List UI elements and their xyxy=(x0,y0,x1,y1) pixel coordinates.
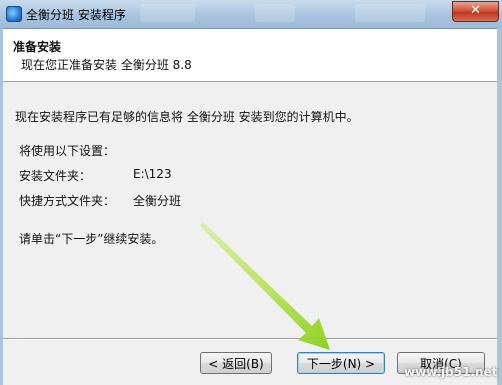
wizard-header: 准备安装 现在您正准备安装 全衡分班 8.8 xyxy=(3,29,497,82)
title-bar-haze xyxy=(255,4,295,22)
settings-label: 将使用以下设置： xyxy=(19,144,116,158)
page-title: 准备安装 xyxy=(13,40,62,54)
window-title: 全衡分班 安装程序 xyxy=(26,8,126,22)
wizard-body: 现在安装程序已有足够的信息将 全衡分班 安装到您的计算机中。 将使用以下设置： … xyxy=(3,82,497,334)
button-separator xyxy=(3,338,497,340)
title-bar-haze xyxy=(140,4,195,22)
install-folder-value: E:\123 xyxy=(133,167,172,181)
next-button[interactable]: 下一步(N) > xyxy=(297,352,385,374)
back-button[interactable]: < 返回(B) xyxy=(200,352,272,374)
title-bar[interactable]: 全衡分班 安装程序 ✕ xyxy=(0,0,502,29)
close-button[interactable]: ✕ xyxy=(452,1,499,22)
installer-app-icon xyxy=(6,6,22,22)
title-bar-haze xyxy=(355,4,425,22)
window-frame-right xyxy=(497,28,502,385)
install-folder-label: 安装文件夹： xyxy=(19,169,92,183)
shortcut-folder-value: 全衡分班 xyxy=(133,194,182,208)
watermark: www.jb51.net xyxy=(404,365,498,379)
shortcut-folder-label: 快捷方式文件夹： xyxy=(19,194,116,208)
page-subtitle: 现在您正准备安装 全衡分班 8.8 xyxy=(21,58,192,72)
continue-hint: 请单击“下一步”继续安装。 xyxy=(19,232,164,246)
intro-text: 现在安装程序已有足够的信息将 全衡分班 安装到您的计算机中。 xyxy=(15,110,359,124)
